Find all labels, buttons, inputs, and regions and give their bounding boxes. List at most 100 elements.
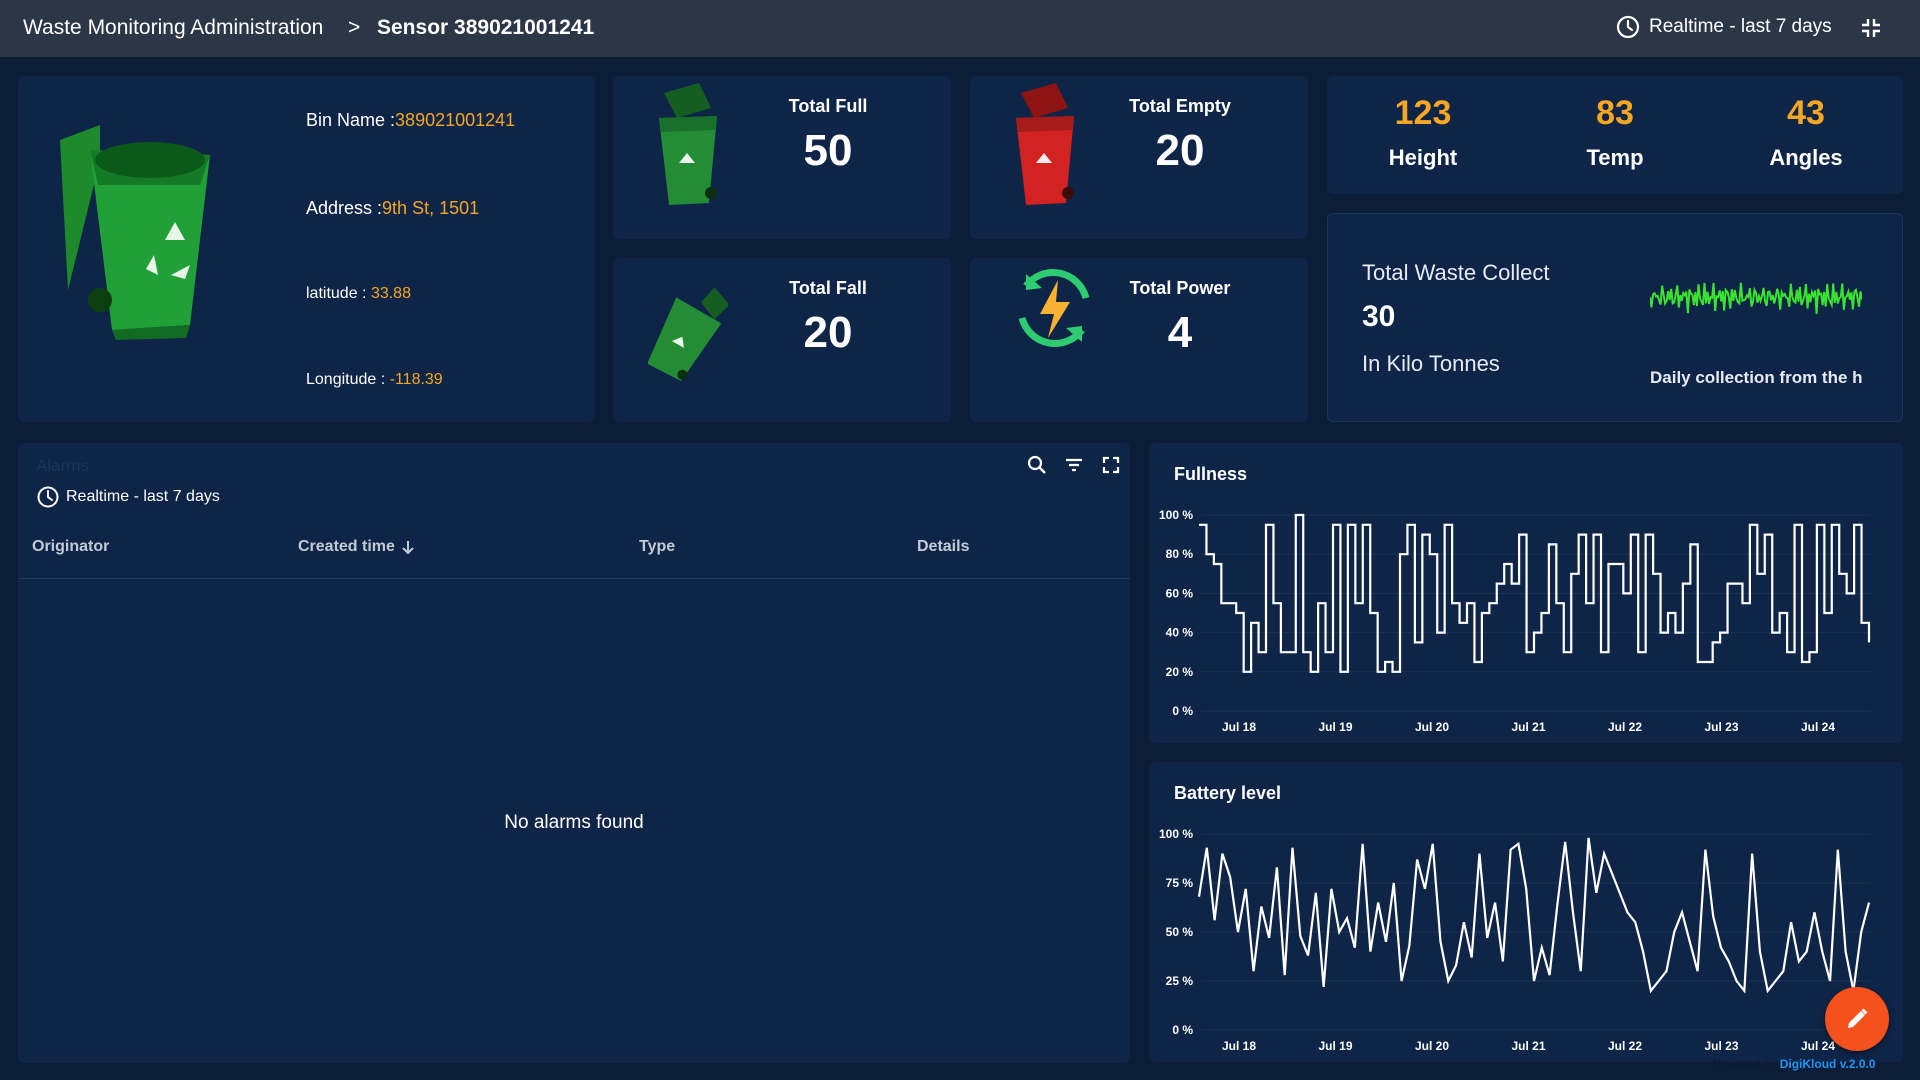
total-power-title: Total Power	[1129, 278, 1231, 298]
clock-icon	[37, 486, 59, 508]
filter-icon[interactable]	[1063, 454, 1085, 476]
x-tick-label: Jul 19	[1318, 720, 1352, 734]
y-tick-label: 80 %	[1166, 547, 1194, 561]
x-tick-label: Jul 24	[1801, 720, 1835, 734]
y-tick-label: 100 %	[1159, 827, 1193, 841]
exit-fullscreen-icon[interactable]	[1860, 17, 1882, 39]
address-value: 9th St, 1501	[382, 198, 480, 218]
latitude-value: 33.88	[370, 285, 411, 302]
clock-icon	[1616, 15, 1640, 39]
total-power-value: 4	[1167, 308, 1193, 357]
battery-chart: 100 % 75 % 50 % 25 % 0 % Jul 18 Jul 19 Jul 20 Ju…	[1159, 827, 1871, 1053]
bin-name-row: Bin Name :389021001241	[306, 110, 515, 131]
edit-fab-button[interactable]	[1825, 987, 1889, 1051]
pencil-icon	[1848, 1008, 1868, 1028]
alarms-timewindow[interactable]: Realtime - last 7 days	[36, 485, 220, 509]
no-alarms-message: No alarms found	[504, 812, 644, 833]
y-tick-label: 100 %	[1159, 508, 1193, 522]
y-tick-label: 25 %	[1166, 974, 1194, 988]
y-tick-label: 75 %	[1166, 876, 1194, 890]
power-refresh-icon	[1018, 269, 1090, 347]
longitude-value: -118.39	[389, 371, 443, 388]
y-tick-label: 60 %	[1166, 586, 1194, 600]
x-tick-label: Jul 24	[1801, 1039, 1835, 1053]
total-empty-card: Total Empty 20	[970, 76, 1308, 239]
waste-title: Total Waste Collect	[1362, 260, 1550, 285]
table-header-divider	[18, 578, 1130, 579]
waste-sparkline	[1650, 282, 1862, 314]
total-empty-value: 20	[1155, 126, 1205, 175]
angles-label: Angles	[1769, 145, 1843, 170]
column-details[interactable]: Details	[917, 538, 969, 556]
brand-link[interactable]: DigiKloud v.2.0.0	[1780, 1057, 1876, 1071]
x-tick-label: Jul 23	[1704, 720, 1738, 734]
x-tick-label: Jul 18	[1222, 1039, 1256, 1053]
total-power-card: Total Power 4	[970, 258, 1308, 422]
longitude-row: Longitude : -118.39	[306, 371, 443, 389]
powered-by-label: Powered by	[1713, 1057, 1777, 1071]
x-tick-label: Jul 20	[1415, 1039, 1449, 1053]
bin-name-value: 389021001241	[395, 110, 516, 130]
alarms-panel	[18, 443, 1130, 1063]
address-label: Address :	[306, 198, 383, 218]
temp-label: Temp	[1586, 145, 1644, 170]
y-tick-label: 40 %	[1166, 626, 1194, 640]
column-created-time[interactable]: Created time	[298, 538, 415, 556]
x-tick-label: Jul 20	[1415, 720, 1449, 734]
y-tick-label: 0 %	[1172, 1023, 1193, 1037]
y-tick-label: 50 %	[1166, 925, 1194, 939]
longitude-label: Longitude :	[306, 371, 390, 388]
height-label: Height	[1388, 145, 1458, 170]
temp-metric: 83 Temp	[1535, 94, 1695, 171]
arrow-down-icon	[402, 541, 414, 555]
green-bin-image	[60, 125, 210, 340]
total-fall-card: Total Fall 20	[613, 258, 951, 422]
fullness-chart: 100 % 80 % 60 % 40 % 20 % 0 % Jul 18 Jul 19 Jul …	[1159, 508, 1871, 734]
alarms-title: Alarms	[36, 456, 89, 475]
x-tick-label: Jul 22	[1608, 720, 1642, 734]
total-full-card: Total Full 50	[613, 76, 951, 239]
x-tick-label: Jul 19	[1318, 1039, 1352, 1053]
series-line	[1197, 837, 1871, 994]
timewindow-selector[interactable]: Realtime - last 7 days	[1615, 14, 1832, 40]
total-empty-title: Total Empty	[1129, 96, 1231, 116]
angles-metric: 43 Angles	[1726, 94, 1886, 171]
column-originator[interactable]: Originator	[32, 538, 109, 556]
y-tick-label: 20 %	[1166, 665, 1194, 679]
breadcrumb-current: Sensor 389021001241	[377, 16, 595, 39]
search-icon[interactable]	[1026, 454, 1048, 476]
angles-value: 43	[1787, 94, 1825, 132]
height-metric: 123 Height	[1343, 94, 1503, 171]
column-created-time-label: Created time	[298, 538, 395, 555]
x-tick-label: Jul 23	[1704, 1039, 1738, 1053]
top-bar: Waste Monitoring Administration > Sensor…	[0, 0, 1920, 57]
fullscreen-icon[interactable]	[1100, 454, 1122, 476]
breadcrumb-root[interactable]: Waste Monitoring Administration	[23, 16, 323, 40]
column-type[interactable]: Type	[639, 538, 675, 556]
total-fall-title: Total Fall	[789, 278, 867, 298]
bin-info-card: Bin Name :389021001241 Address :9th St, …	[18, 76, 595, 422]
red-bin-icon	[1016, 83, 1074, 205]
sparkline-path	[1650, 282, 1862, 314]
x-tick-label: Jul 22	[1608, 1039, 1642, 1053]
height-value: 123	[1394, 94, 1452, 132]
latitude-row: latitude : 33.88	[306, 285, 411, 303]
x-tick-label: Jul 21	[1511, 720, 1545, 734]
y-tick-label: 0 %	[1172, 704, 1193, 718]
x-tick-label: Jul 18	[1222, 720, 1256, 734]
breadcrumb-separator: >	[348, 16, 361, 39]
total-fall-value: 20	[803, 308, 853, 357]
alarms-timewindow-label: Realtime - last 7 days	[66, 488, 220, 505]
fallen-bin-icon	[648, 287, 728, 381]
powered-by: Powered by DigiKloud v.2.0.0	[1713, 1057, 1876, 1071]
waste-collect-card: Total Waste Collect 30 In Kilo Tonnes Da…	[1327, 213, 1903, 422]
green-bin-open-icon	[659, 83, 717, 205]
bin-name-label: Bin Name :	[306, 110, 396, 130]
address-row: Address :9th St, 1501	[306, 198, 479, 219]
total-full-title: Total Full	[788, 96, 868, 116]
temp-value: 83	[1596, 94, 1634, 132]
timewindow-label: Realtime - last 7 days	[1649, 16, 1832, 37]
latitude-label: latitude :	[306, 285, 371, 302]
total-full-value: 50	[803, 126, 853, 175]
spark-caption: Daily collection from the hour	[1650, 368, 1862, 387]
